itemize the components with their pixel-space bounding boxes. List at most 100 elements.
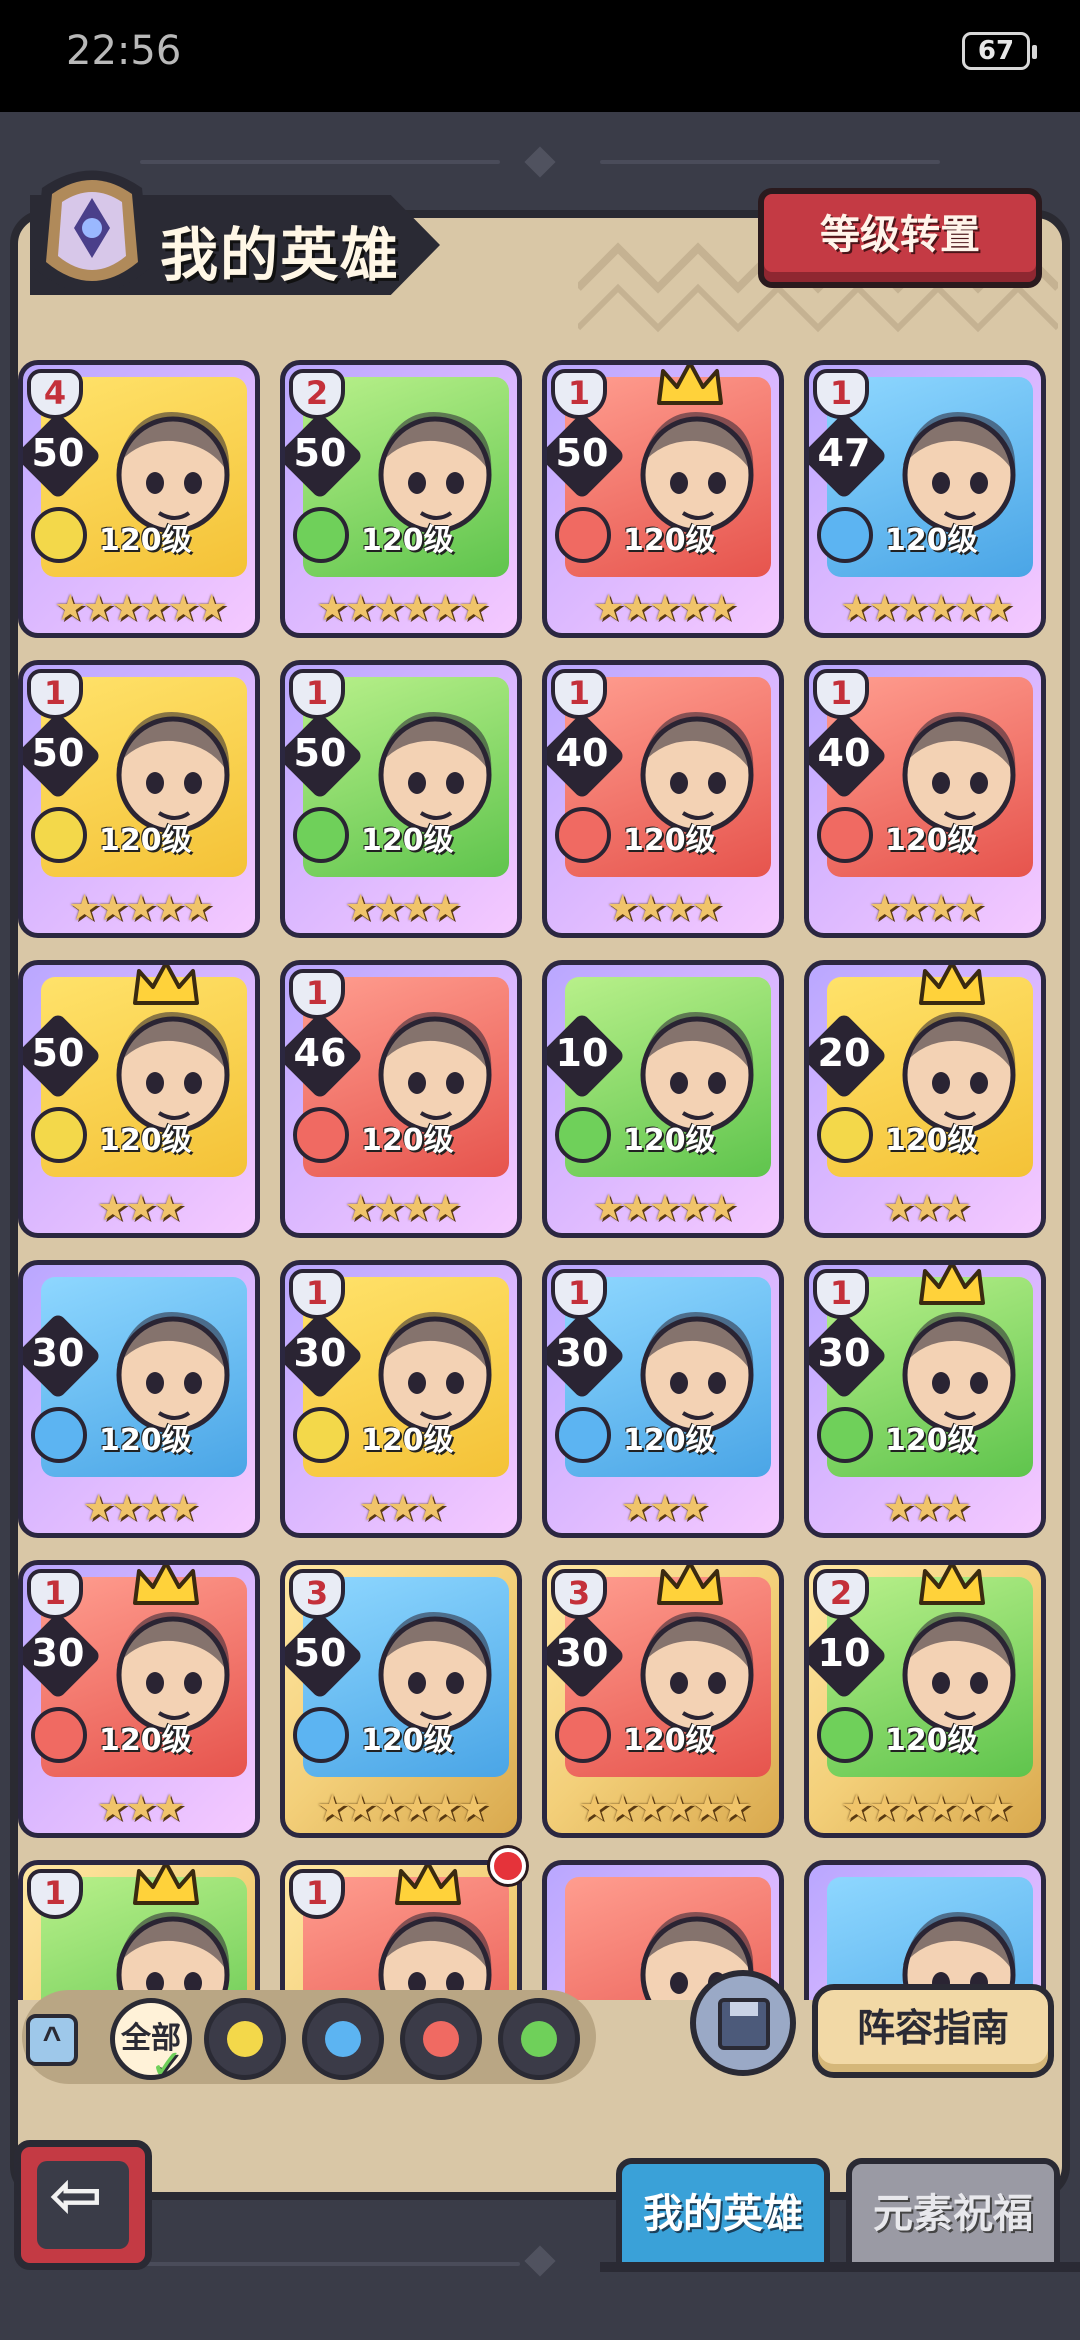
filter-earth-button[interactable]	[204, 1998, 286, 2080]
water-element-icon	[31, 1407, 87, 1463]
rank-value: 1	[567, 674, 591, 712]
earth-element-icon	[31, 507, 87, 563]
hero-card[interactable]: 3 30 120级 ★★★★★★	[542, 1560, 784, 1838]
crown-icon	[919, 965, 985, 1005]
tab-element-blessing-label: 元素祝福	[873, 2191, 1033, 2237]
hero-card[interactable]: 1 47 120级 ★★★★★★	[804, 360, 1046, 638]
filter-fire-button[interactable]	[400, 1998, 482, 2080]
background-ornament	[140, 160, 500, 164]
hero-card[interactable]: 20 120级 ★★★	[804, 960, 1046, 1238]
max-level-label: 120级	[361, 1123, 454, 1158]
max-level-label: 120级	[885, 1123, 978, 1158]
save-formation-button[interactable]	[690, 1970, 796, 2076]
hero-card[interactable]: 1 50 120级 ★★★★	[280, 660, 522, 938]
lineup-guide-button[interactable]: 阵容指南	[812, 1984, 1054, 2078]
hero-card[interactable]: 2 10 120级 ★★★★★★	[804, 1560, 1046, 1838]
hero-level: 30	[31, 1331, 85, 1375]
crown-icon	[133, 1565, 199, 1605]
hero-level: 50	[293, 731, 347, 775]
crown-icon	[395, 1865, 461, 1905]
hero-card[interactable]: 1 40 120级 ★★★★	[542, 660, 784, 938]
hero-portrait	[116, 1912, 230, 2000]
hero-card[interactable]	[804, 1860, 1046, 2000]
filter-wood-button[interactable]	[498, 1998, 580, 2080]
max-level-label: 120级	[361, 1423, 454, 1458]
hero-level: 47	[817, 431, 871, 475]
hero-level: 50	[293, 431, 347, 475]
hero-card[interactable]: 50 120级 ★★★	[18, 960, 260, 1238]
max-level-label: 120级	[99, 1123, 192, 1158]
fire-element-icon	[555, 807, 611, 863]
tab-my-heroes-label: 我的英雄	[643, 2191, 803, 2237]
hero-card[interactable]: 1 46 120级 ★★★★	[280, 960, 522, 1238]
rank-badge: 1	[27, 1569, 83, 1619]
max-level-label: 120级	[361, 1723, 454, 1758]
star-rating: ★★★★★★	[840, 588, 1014, 629]
hero-card[interactable]: 1	[18, 1860, 260, 2000]
rank-value: 1	[305, 1274, 329, 1312]
hero-card[interactable]: 1 50 120级 ★★★★★	[542, 360, 784, 638]
rank-value: 1	[305, 1874, 329, 1912]
rank-value: 2	[305, 374, 329, 412]
max-level-label: 120级	[623, 1723, 716, 1758]
back-button[interactable]: ⇦	[14, 2140, 152, 2270]
rank-value: 1	[43, 674, 67, 712]
hero-card[interactable]: 30 120级 ★★★★	[18, 1260, 260, 1538]
earth-element-icon	[817, 1107, 873, 1163]
max-level-label: 120级	[623, 1423, 716, 1458]
background-ornament	[140, 2262, 520, 2266]
background-ornament	[600, 160, 940, 164]
rank-badge: 1	[551, 669, 607, 719]
status-time: 22:56	[66, 28, 182, 74]
star-rating: ★★★★	[344, 888, 461, 929]
helmet-emblem-icon	[34, 170, 150, 293]
max-level-label: 120级	[885, 823, 978, 858]
level-transfer-button[interactable]: 等级转置	[758, 188, 1042, 288]
star-rating: ★★★★	[344, 1188, 461, 1229]
max-level-label: 120级	[623, 823, 716, 858]
max-level-label: 120级	[623, 1123, 716, 1158]
crown-icon	[919, 1265, 985, 1305]
wood-element-icon	[555, 1107, 611, 1163]
hero-level: 30	[31, 1631, 85, 1675]
rank-badge: 1	[813, 369, 869, 419]
tab-my-heroes[interactable]: 我的英雄	[616, 2158, 830, 2270]
hero-card[interactable]: 1 30 120级 ★★★	[804, 1260, 1046, 1538]
collapse-button[interactable]: ^	[26, 2014, 78, 2066]
water-element-icon	[817, 507, 873, 563]
hero-level: 10	[555, 1031, 609, 1075]
rank-badge: 1	[289, 969, 345, 1019]
tab-element-blessing[interactable]: 元素祝福	[846, 2158, 1060, 2270]
back-arrow-icon: ⇦	[49, 2159, 103, 2231]
hero-card[interactable]: 3 50 120级 ★★★★★★	[280, 1560, 522, 1838]
max-level-label: 120级	[885, 1723, 978, 1758]
hero-card[interactable]: 1 30 120级 ★★★	[280, 1260, 522, 1538]
crown-icon	[657, 365, 723, 405]
hero-card[interactable]: 1 40 120级 ★★★★	[804, 660, 1046, 938]
level-transfer-label: 等级转置	[820, 212, 980, 258]
earth-element-icon	[31, 807, 87, 863]
hero-card[interactable]: 1 30 120级 ★★★	[542, 1260, 784, 1538]
fire-element-icon	[31, 1707, 87, 1763]
filter-water-button[interactable]	[302, 1998, 384, 2080]
rank-value: 1	[829, 374, 853, 412]
hero-level: 40	[555, 731, 609, 775]
hero-card[interactable]: 1 30 120级 ★★★	[18, 1560, 260, 1838]
rank-value: 2	[829, 1574, 853, 1612]
hero-card[interactable]: 10 120级 ★★★★★	[542, 960, 784, 1238]
star-rating: ★★★	[882, 1188, 972, 1229]
rank-badge: 1	[289, 669, 345, 719]
hero-card[interactable]: 1	[280, 1860, 522, 2000]
max-level-label: 120级	[99, 1723, 192, 1758]
star-rating: ★★★★	[82, 1488, 199, 1529]
hero-card[interactable]: 1 50 120级 ★★★★★	[18, 660, 260, 938]
rank-badge: 3	[551, 1569, 607, 1619]
rank-value: 1	[305, 974, 329, 1012]
fire-element-icon	[293, 1107, 349, 1163]
rank-badge: 3	[289, 1569, 345, 1619]
hero-card[interactable]: 2 50 120级 ★★★★★★	[280, 360, 522, 638]
earth-element-icon	[227, 2021, 263, 2057]
rank-value: 4	[43, 374, 67, 412]
rank-badge: 1	[551, 369, 607, 419]
hero-card[interactable]: 4 50 120级 ★★★★★★	[18, 360, 260, 638]
